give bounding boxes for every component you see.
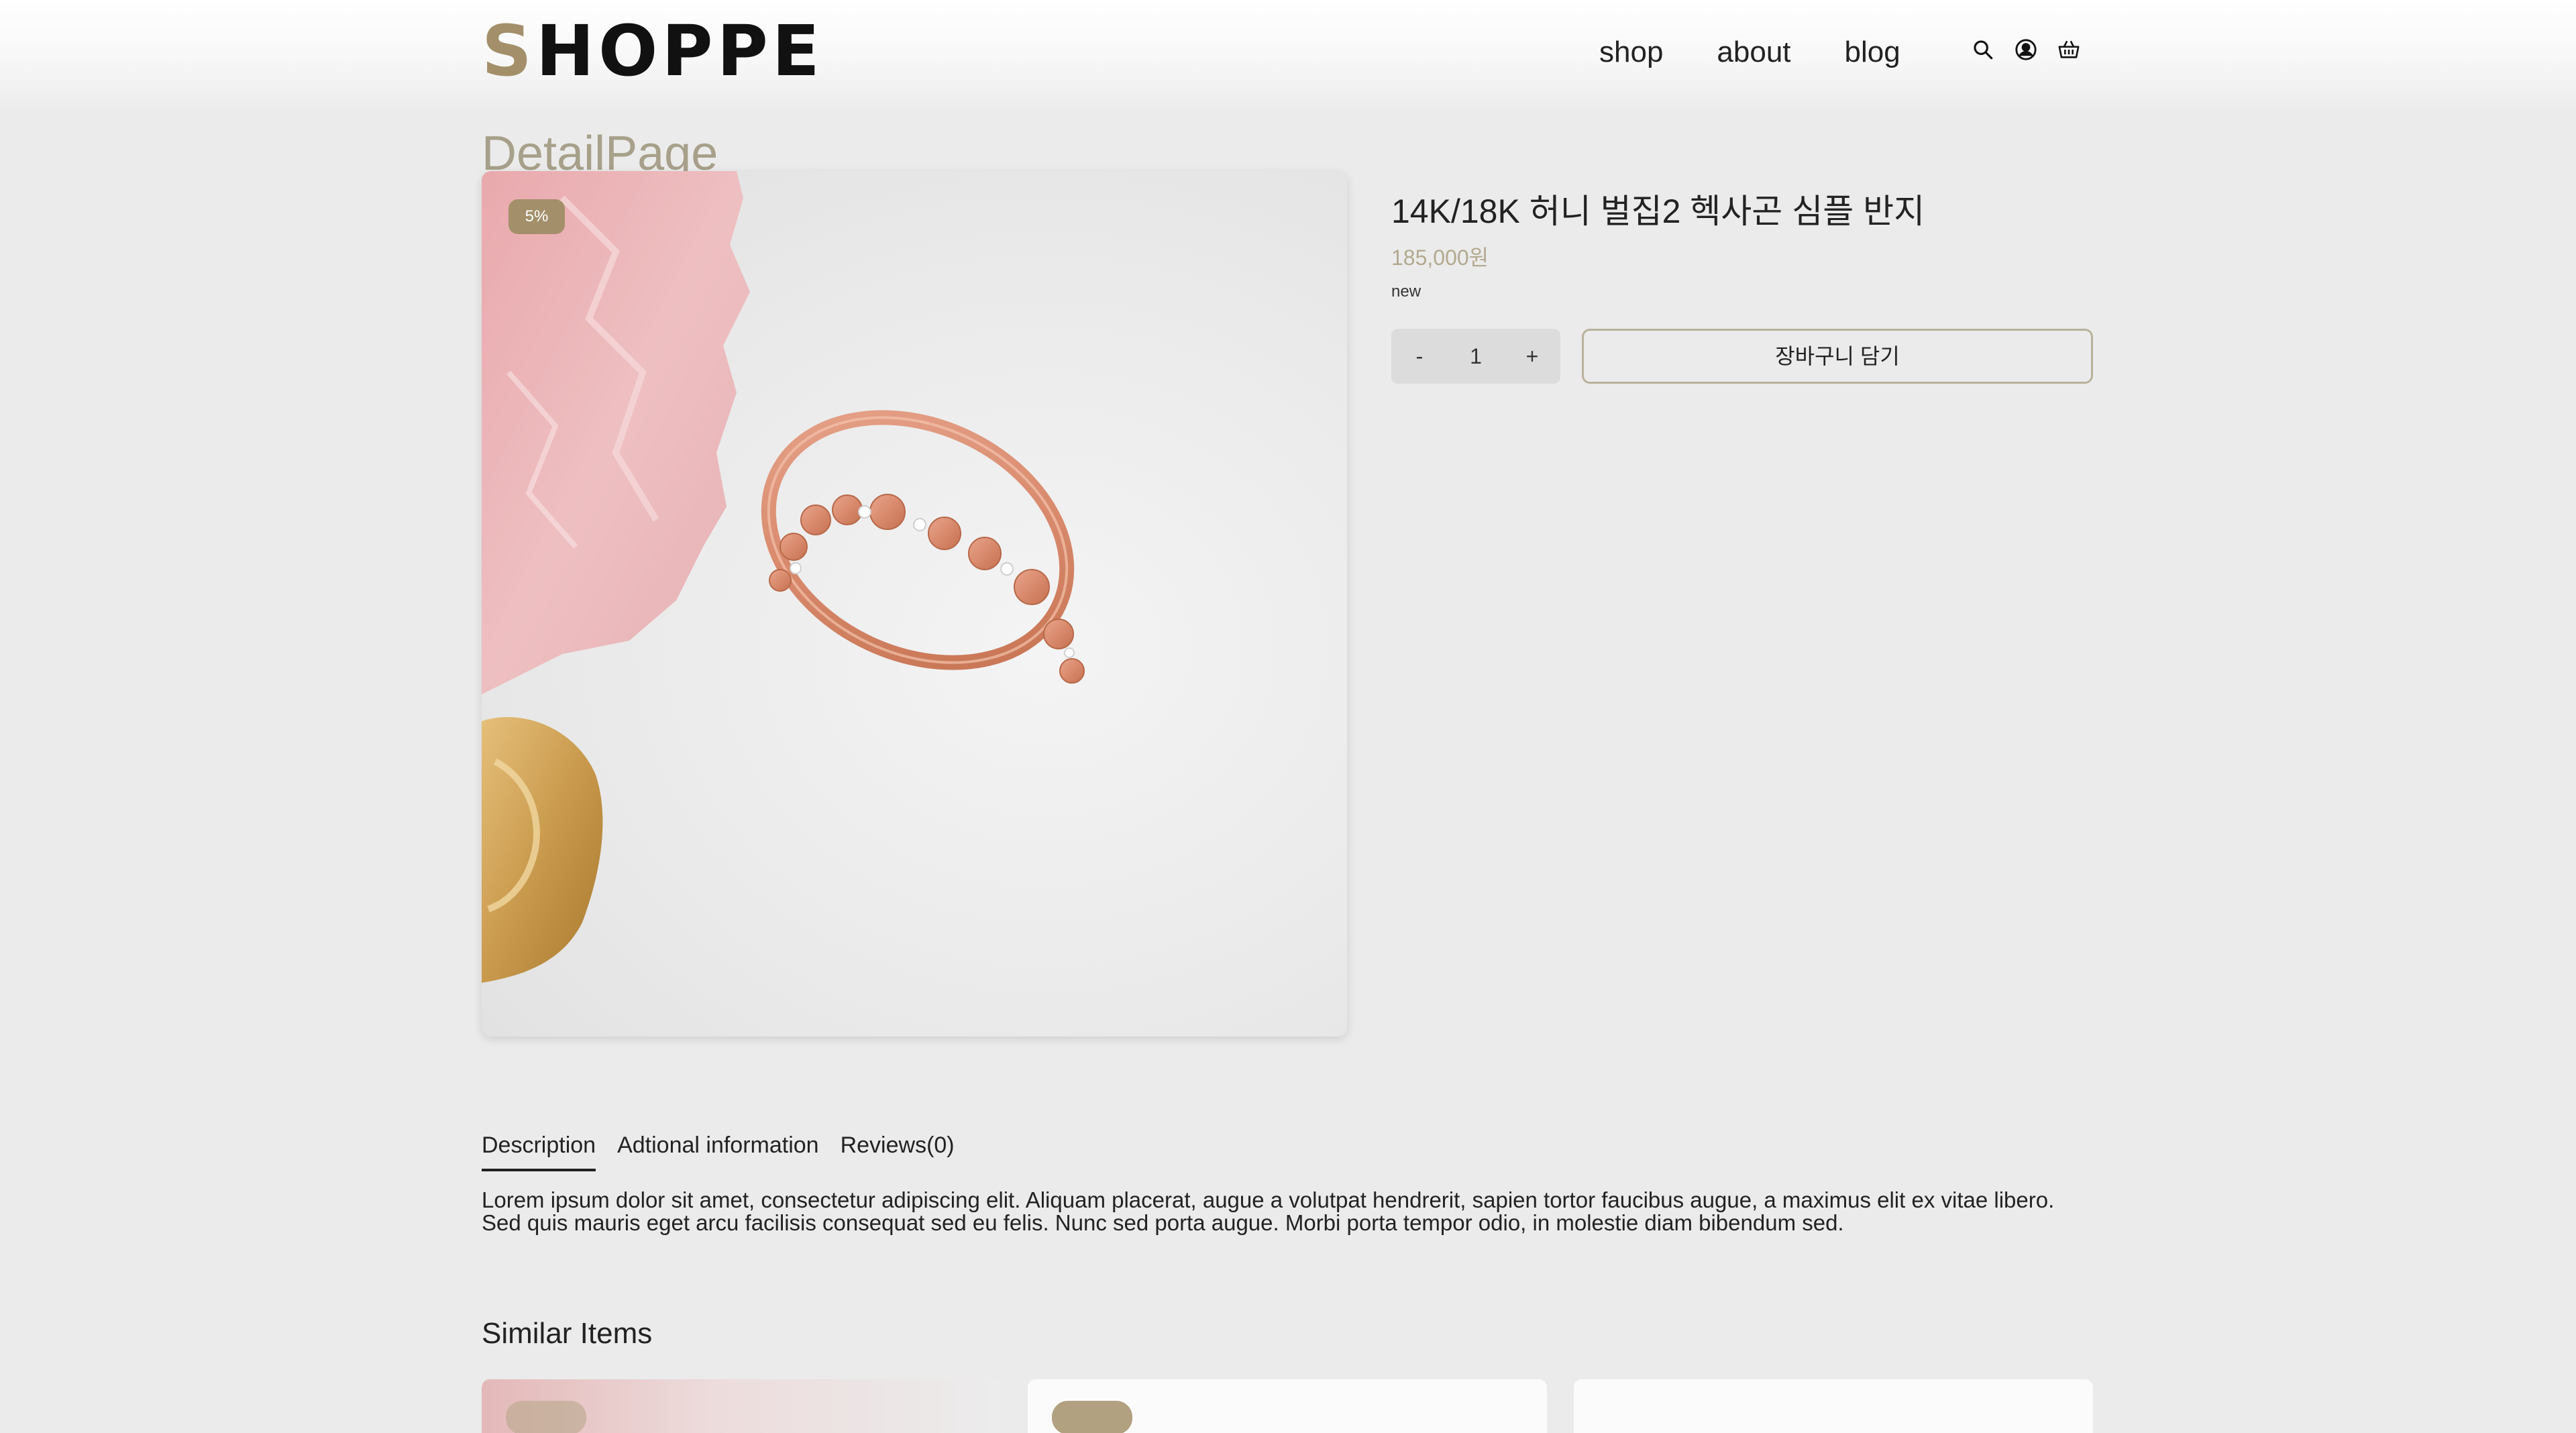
product-info: 14K/18K 허니 벌집2 헥사곤 심플 반지 185,000원 new - … <box>1391 188 2093 384</box>
similar-items-heading: Similar Items <box>482 1317 653 1350</box>
product-tabs: Description Adtional information Reviews… <box>482 1128 955 1171</box>
site-header: SHOPPE shop about blog <box>0 0 2576 114</box>
main-nav: shop about blog <box>1599 32 1900 72</box>
logo-text: HOPPE <box>535 10 824 92</box>
user-icon[interactable] <box>2014 38 2038 62</box>
tab-reviews[interactable]: Reviews(0) <box>841 1128 955 1171</box>
similar-item-card[interactable] <box>482 1379 1001 1433</box>
logo-accent-letter: S <box>482 10 536 92</box>
description-text: Lorem ipsum dolor sit amet, consectetur … <box>482 1187 2055 1235</box>
quantity-decrease-button[interactable]: - <box>1399 344 1440 369</box>
nav-blog[interactable]: blog <box>1845 32 1900 72</box>
quantity-stepper: - 1 + <box>1391 329 1560 384</box>
discount-badge: 5% <box>508 199 565 234</box>
nav-shop[interactable]: shop <box>1599 32 1663 72</box>
quantity-value[interactable]: 1 <box>1456 344 1496 369</box>
product-price: 185,000원 <box>1391 246 1489 270</box>
product-tag: new <box>1391 282 1421 301</box>
similar-item-card[interactable] <box>1028 1379 1547 1433</box>
product-image[interactable]: 5% <box>482 171 1347 1037</box>
search-icon[interactable] <box>1971 38 1995 62</box>
purchase-row: - 1 + 장바구니 담기 <box>1391 329 2093 384</box>
similar-item-badge <box>506 1401 586 1433</box>
cart-icon[interactable] <box>2057 38 2081 62</box>
similar-item-badge <box>1052 1401 1132 1433</box>
add-to-cart-button[interactable]: 장바구니 담기 <box>1582 329 2093 384</box>
quantity-increase-button[interactable]: + <box>1512 344 1552 369</box>
similar-item-card[interactable] <box>1574 1379 2093 1433</box>
tab-description[interactable]: Description <box>482 1128 596 1171</box>
header-icons <box>1971 38 2081 62</box>
tab-additional-information[interactable]: Adtional information <box>617 1128 819 1171</box>
product-name: 14K/18K 허니 벌집2 헥사곤 심플 반지 <box>1391 193 1925 230</box>
nav-about[interactable]: about <box>1717 32 1790 72</box>
shoppe-logo[interactable]: SHOPPE <box>482 16 824 86</box>
product-photo <box>482 171 1085 983</box>
